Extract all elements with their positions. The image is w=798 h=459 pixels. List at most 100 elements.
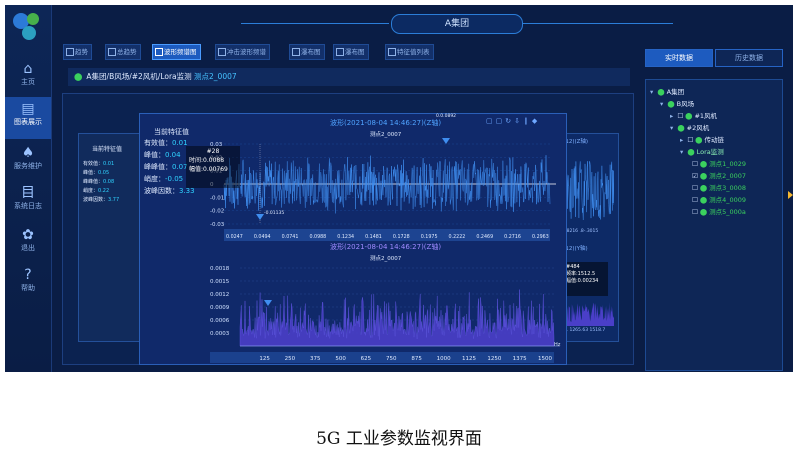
tree-node[interactable]: ▾ ⬤ A集团 — [650, 86, 684, 96]
tree-node[interactable]: ☐ ⬤ 测点4_0009 — [690, 194, 746, 204]
spectrum-chart[interactable]: 0.0018 0.0015 0.0012 0.0009 0.0006 0.0003 125 2… — [210, 260, 566, 364]
nav-item-0[interactable]: ⌂ 主页 — [5, 57, 51, 99]
feature-back-title: 当前特征值 — [92, 146, 123, 153]
tab-icon — [155, 48, 163, 56]
location-pin-icon: ⬤ — [699, 172, 708, 180]
nav-label: 图表展示 — [14, 118, 42, 126]
breadcrumb-point: 测点2_0007 — [194, 72, 237, 81]
wave-xtick: 0.2716 — [504, 234, 521, 240]
spectrum-title: 波形(2021-08-04 14:46:27)(Z轴) — [330, 243, 442, 251]
tree-node-label: 测点1_0029 — [709, 160, 747, 168]
marker-bottom-icon — [256, 214, 264, 220]
tab-history[interactable]: 历史数据 — [715, 49, 783, 67]
tab-1[interactable]: 总趋势 — [105, 44, 141, 60]
tree-expand-icon[interactable]: ▾ — [650, 88, 655, 96]
tree-node-label: 测点5_000a — [709, 208, 746, 216]
feature-front-title: 当前特征值 — [154, 128, 189, 136]
wave-xtick: 0.1234 — [337, 234, 354, 240]
wave-xtick: 0.2469 — [476, 234, 493, 240]
wave-xtick: 0.0494 — [254, 234, 271, 240]
feature-row: 峰峰值：0.07 — [144, 162, 188, 172]
spec-xtick: 125 — [259, 356, 270, 362]
tab-0[interactable]: 趋势 — [63, 44, 92, 60]
feature-sep: ： — [165, 163, 172, 171]
title-line-right — [523, 23, 673, 24]
nav-item-3[interactable]: 目系统日志 — [5, 181, 51, 223]
tab-icon — [292, 48, 300, 56]
tree-node[interactable]: ☑ ⬤ 测点2_0007 — [690, 170, 746, 180]
feature-row: 峰值：0.04 — [144, 150, 181, 160]
breadcrumb: ⬤ A集团/B风场/#2风机/Lora监测 测点2_0007 — [68, 68, 630, 86]
feature-card-back: 当前特征值 有效值：0.01 峰值：0.05 峰峰值：0.08 峭度：0.22 波峰因数… — [78, 133, 142, 342]
tooltip-time: 时间:0.0088 — [189, 157, 225, 164]
feature-label: 峭度 — [83, 188, 94, 194]
device-tree: ▾ ⬤ A集团 ▾ ⬤ B风场 ▸ ☐ ⬤ #1风机 ▾ ⬤ #2风机 ▸ ☐ ⬤ 传动链 ▾ ⬤ Lor… — [645, 79, 783, 371]
nav-item-1[interactable]: ▤ 图表展示 — [5, 97, 51, 139]
chart-toolbar-icons[interactable]: ▢▢↻⇩❙◆ — [486, 117, 540, 125]
tree-expand-icon[interactable]: ▾ — [660, 100, 665, 108]
tree-node[interactable]: ▾ ⬤ B风场 — [660, 98, 694, 108]
feature-label: 波峰因数 — [144, 187, 172, 195]
wave-zoom-bar[interactable] — [224, 229, 550, 241]
checkbox-icon[interactable]: ☐ — [687, 136, 693, 144]
nav-item-5[interactable]: ? 帮助 — [5, 263, 51, 305]
checkbox-icon[interactable]: ☐ — [692, 208, 698, 216]
feature-value: -0.05 — [165, 175, 184, 183]
tree-expand-icon[interactable]: ▸ — [670, 112, 675, 120]
tab-6[interactable]: 特征值列表 — [385, 44, 434, 60]
tree-node[interactable]: ▸ ☐ ⬤ 传动链 — [680, 134, 724, 144]
back-spec-series — [562, 302, 614, 326]
tab-label: 趋势 — [75, 48, 88, 56]
spec-xtick: 375 — [310, 356, 321, 362]
tab-5[interactable]: 瀑布图 — [333, 44, 369, 60]
tree-node-label: Lora监测 — [696, 148, 724, 156]
tree-node[interactable]: ▾ ⬤ #2风机 — [670, 122, 709, 132]
checkbox-icon[interactable]: ☑ — [692, 172, 698, 180]
tab-2[interactable]: 波形频谱图 — [152, 44, 201, 60]
spec-ytick: 0.0015 — [210, 279, 230, 285]
tab-3[interactable]: 冲击波形频谱 — [215, 44, 270, 60]
feature-sep: ： — [158, 175, 165, 183]
nav-item-2[interactable]: ♠ 服务维护 — [5, 141, 51, 183]
tab-label: 冲击波形频谱 — [227, 48, 266, 56]
tree-expand-icon[interactable]: ▸ — [680, 136, 685, 144]
back-tooltip-freq: 频率:1512.5 — [566, 271, 596, 277]
exit-icon: ✿ — [22, 227, 34, 243]
back-tooltip: #484 频率:1512.5 幅值:0.00234 — [564, 262, 608, 296]
checkbox-icon[interactable]: ☐ — [692, 196, 698, 204]
help-icon: ? — [24, 267, 32, 283]
tree-node-label: 传动链 — [704, 136, 724, 144]
location-pin-icon: ⬤ — [657, 88, 665, 96]
expand-arrow-icon[interactable] — [788, 191, 793, 199]
tree-expand-icon[interactable]: ▾ — [670, 124, 675, 132]
tree-node-label: #2风机 — [686, 124, 710, 132]
tree-node[interactable]: ☐ ⬤ 测点3_0008 — [690, 182, 746, 192]
checkbox-icon[interactable]: ☐ — [692, 160, 698, 168]
feature-row: 峰值：0.05 — [83, 169, 109, 176]
tree-node[interactable]: ☐ ⬤ 测点1_0029 — [690, 158, 746, 168]
nav-item-4[interactable]: ✿ 退出 — [5, 223, 51, 265]
spec-xtick: 625 — [361, 356, 372, 362]
location-pin-icon: ⬤ — [685, 112, 693, 120]
tree-node[interactable]: ▾ ⬤ Lora监测 — [680, 146, 724, 156]
page-dots[interactable] — [317, 365, 365, 372]
spec-xtick: 1250 — [487, 356, 501, 362]
spec-marker-icon — [264, 300, 272, 306]
spec-xtick: 1000 — [437, 356, 451, 362]
tree-node[interactable]: ☐ ⬤ 测点5_000a — [690, 206, 746, 216]
nav-label: 系统日志 — [14, 202, 42, 210]
feature-label: 峰值 — [144, 151, 158, 159]
checkbox-icon[interactable]: ☐ — [677, 112, 683, 120]
tab-label: 总趋势 — [117, 48, 137, 56]
app-title: A集团 — [391, 14, 523, 34]
app-logo-icon — [13, 13, 39, 40]
feature-row: 峰峰值：0.08 — [83, 178, 114, 185]
tab-realtime[interactable]: 实时数据 — [645, 49, 713, 67]
waveform-chart[interactable]: 0.030.020.010-0.01-0.02-0.030.0247 0.0494… — [210, 138, 566, 242]
tree-expand-icon[interactable]: ▾ — [680, 148, 685, 156]
location-pin-icon: ⬤ — [695, 136, 703, 144]
checkbox-icon[interactable]: ☐ — [692, 184, 698, 192]
tree-node[interactable]: ▸ ☐ ⬤ #1风机 — [670, 110, 717, 120]
tab-4[interactable]: 瀑布图 — [289, 44, 325, 60]
nav-label: 帮助 — [21, 284, 35, 292]
